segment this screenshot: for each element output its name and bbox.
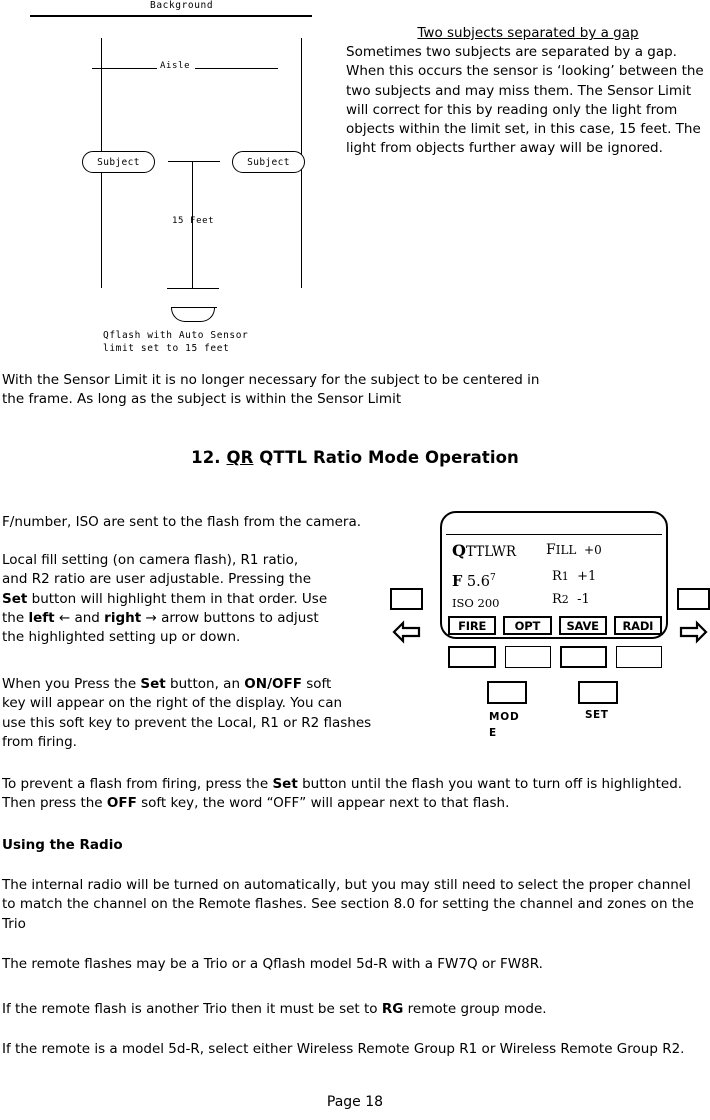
lcd-mode-readout: QTTLWR: [452, 541, 516, 560]
right-arrow-icon: →: [145, 609, 157, 626]
p3-onoff-bold: ON/OFF: [244, 676, 302, 692]
softkey-opt[interactable]: OPT: [503, 616, 552, 635]
two-subjects-gap-section: Two subjects separated by a gap Sometime…: [346, 24, 710, 159]
paragraph-rg-mode: If the remote flash is another Trio then…: [2, 1000, 708, 1019]
p7-text-b: remote group mode.: [403, 1001, 547, 1017]
diagram-distance-label: 15 Feet: [172, 216, 215, 226]
diagram-subject-right: Subject: [232, 151, 305, 173]
softkey-radio[interactable]: RADI: [613, 616, 662, 635]
lcd-f-label: F: [452, 573, 463, 590]
lcd-r2-label: R: [552, 592, 562, 607]
paragraph-fnumber-iso: F/number, ISO are sent to the flash from…: [2, 514, 362, 530]
diagram-dimension-bottom-tick: [167, 288, 219, 289]
diagram-background-line: [30, 15, 312, 17]
mode-button-label: MODE: [489, 711, 520, 739]
lcd-fill-label-cap: F: [546, 542, 556, 558]
right-arrow-pointer-icon: [678, 620, 708, 644]
diagram-caption-line-2: limit set to 15 feet: [103, 343, 230, 354]
left-arrow-icon: ←: [58, 609, 71, 626]
hardware-button-3[interactable]: [559, 646, 608, 668]
p7-text-a: If the remote flash is another Trio then…: [2, 1001, 382, 1017]
left-arrow-pointer-icon: [392, 620, 422, 644]
page-number: Page 18: [326, 1094, 384, 1110]
p4-text-a: To prevent a flash from firing, press th…: [2, 776, 273, 792]
set-button[interactable]: [578, 681, 618, 704]
hardware-button-2[interactable]: [504, 646, 551, 668]
p3-text-a: When you Press the: [2, 676, 141, 692]
hardware-button-4[interactable]: [616, 646, 662, 668]
lcd-r2-readout: R2 -1: [552, 592, 590, 607]
diagram-subject-left: Subject: [82, 151, 155, 173]
paragraph-onoff-softkey: When you Press the Set button, an ON/OFF…: [2, 675, 402, 752]
p4-text-c: soft key, the word “OFF” will appear nex…: [136, 795, 510, 812]
hardware-button-1[interactable]: [448, 646, 496, 668]
section-heading-number: 12.: [191, 448, 221, 467]
p2-right-bold: right: [104, 609, 142, 626]
p2-left-bold: left: [28, 609, 55, 626]
p3-text-b: button, an: [165, 676, 245, 692]
device-divider-line: [446, 534, 662, 535]
diagram-qflash-icon: [171, 308, 215, 322]
sensor-limit-paragraph: With the Sensor Limit it is no longer ne…: [2, 372, 540, 408]
diagram-aisle-label: Aisle: [160, 61, 191, 71]
p7-rg-bold: RG: [381, 1001, 404, 1017]
p2-set-bold: Set: [2, 590, 28, 607]
softkey-fire[interactable]: FIRE: [448, 616, 497, 635]
gap-section-body: Sometimes two subjects are separated by …: [346, 44, 704, 157]
paragraph-prevent-flash: To prevent a flash from firing, press th…: [2, 775, 708, 814]
heading-using-the-radio: Using the Radio: [2, 837, 123, 853]
lcd-mode-rest: TTLWR: [465, 544, 517, 560]
lcd-fnumber-readout: F 5.67: [452, 573, 496, 590]
lcd-fill-value: +0: [584, 543, 602, 557]
p3-set-bold: Set: [140, 676, 166, 692]
diagram-aisle-line-right: [195, 68, 278, 69]
paragraph-internal-radio: The internal radio will be turned on aut…: [2, 877, 694, 932]
lcd-r1-label: R: [552, 569, 562, 584]
set-button-label: SET: [585, 709, 609, 721]
sensor-limit-diagram: Background Aisle Subject Subject 15 Feet…: [0, 0, 340, 362]
lcd-r2-value: -1: [577, 592, 590, 607]
lcd-f-value: 5.6: [466, 574, 490, 590]
section-heading: 12. QR QTTL Ratio Mode Operation: [0, 448, 710, 467]
lcd-fill-label-rest: ILL: [555, 543, 577, 557]
lcd-fill-readout: FILL +0: [546, 542, 602, 558]
mode-button[interactable]: [487, 681, 527, 704]
paragraph-local-fill: Local fill setting (on camera flash), R1…: [2, 551, 402, 647]
lcd-r1-value: +1: [577, 569, 597, 584]
lcd-f-superscript: 7: [489, 573, 496, 584]
lcd-mode-q: Q: [452, 541, 466, 560]
diagram-aisle-line-left: [92, 68, 157, 69]
lcd-r1-readout: R1 +1: [552, 569, 596, 584]
flash-lcd-device: QTTLWR F 5.67 ISO 200 FILL +0 R1 +1 R2 -…: [440, 511, 668, 641]
p4-set-bold: Set: [272, 776, 298, 792]
section-heading-rest: QTTL Ratio Mode Operation: [259, 448, 519, 467]
right-arrow-button[interactable]: [677, 588, 710, 610]
p2-text-a: Local fill setting (on camera flash), R1…: [2, 552, 312, 588]
gap-section-title: Two subjects separated by a gap: [417, 25, 639, 41]
hardware-softkey-button-row: [448, 646, 662, 668]
paragraph-wireless-remote-group: If the remote is a model 5d-R, select ei…: [2, 1041, 685, 1057]
lcd-r1-index: 1: [561, 570, 569, 583]
paragraph-remote-flashes: The remote flashes may be a Trio or a Qf…: [2, 956, 543, 972]
lcd-r2-index: 2: [561, 593, 569, 606]
p2-and: and: [70, 609, 105, 626]
diagram-dimension-top-tick: [168, 161, 220, 162]
left-arrow-button[interactable]: [390, 588, 423, 610]
softkey-row: FIRE OPT SAVE RADI: [448, 616, 662, 635]
p4-off-bold: OFF: [106, 795, 137, 812]
section-heading-qr: QR: [226, 448, 254, 467]
lcd-iso-readout: ISO 200: [452, 596, 500, 610]
diagram-background-label: Background: [150, 0, 214, 11]
softkey-save[interactable]: SAVE: [558, 616, 607, 635]
diagram-caption-line-1: Qflash with Auto Sensor: [103, 330, 249, 341]
